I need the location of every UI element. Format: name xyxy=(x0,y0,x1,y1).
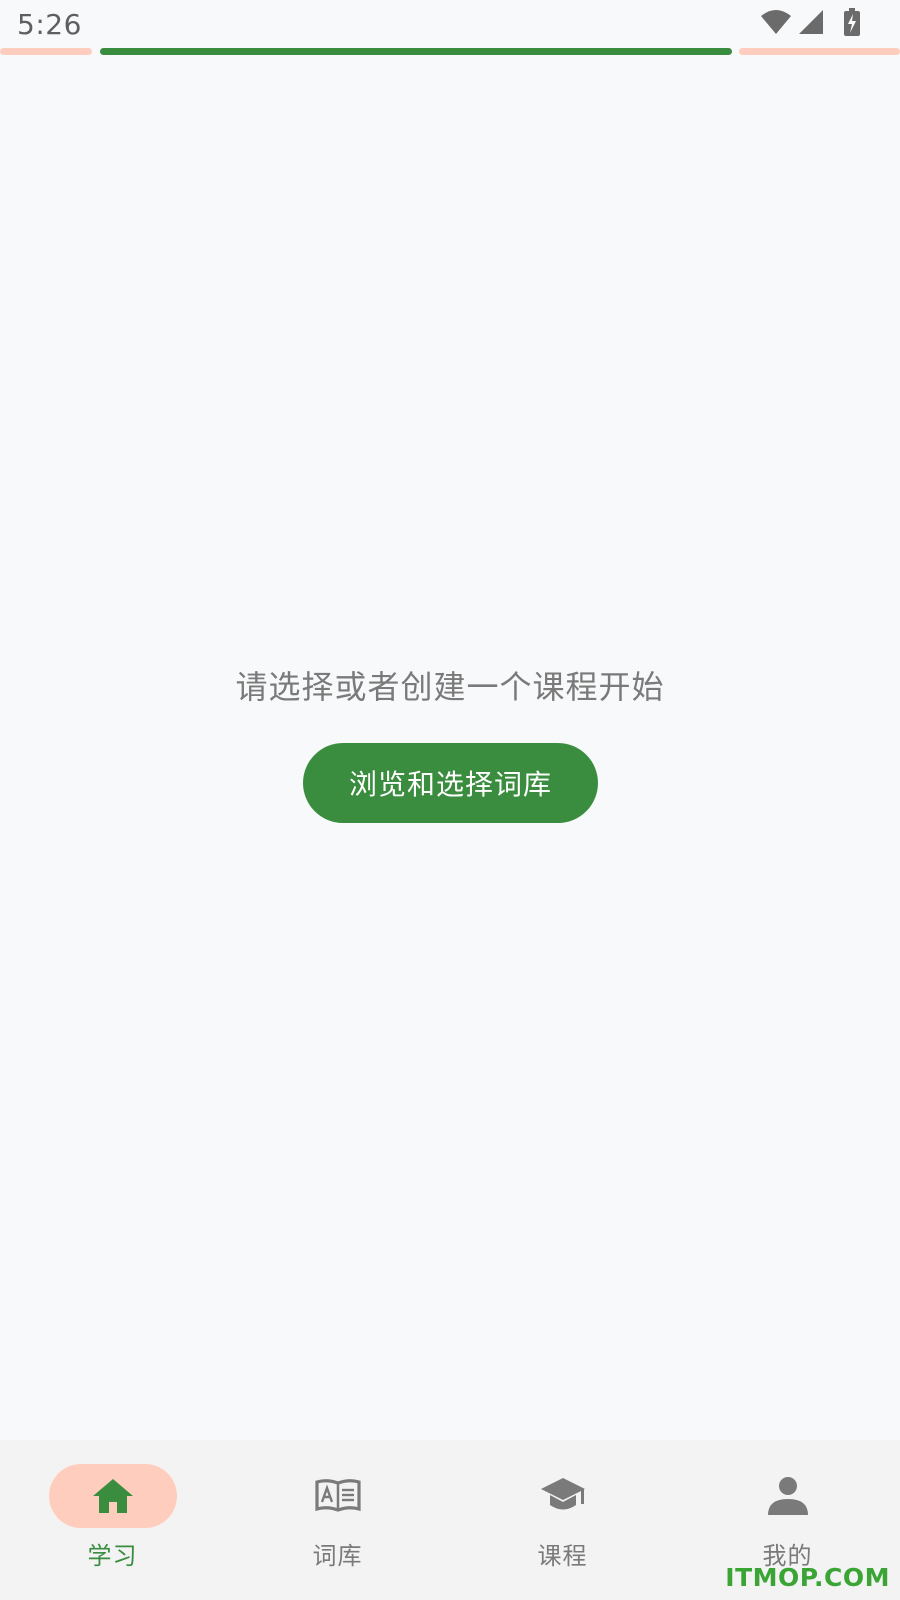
wifi-icon xyxy=(760,9,792,39)
status-icons xyxy=(760,8,860,40)
progress-bar xyxy=(100,48,732,55)
dictionary-book-icon xyxy=(314,1476,362,1516)
browse-dictionary-button-label: 浏览和选择词库 xyxy=(348,768,552,801)
nav-label-dictionary: 词库 xyxy=(312,1542,363,1570)
cellular-signal-icon xyxy=(798,9,824,39)
segment-bar-right xyxy=(739,48,900,55)
empty-state-prompt: 请选择或者创建一个课程开始 xyxy=(235,668,665,706)
home-icon xyxy=(89,1476,137,1516)
status-bar: 5:26 xyxy=(0,0,900,48)
graduation-cap-icon xyxy=(539,1476,587,1516)
nav-label-courses: 课程 xyxy=(537,1542,588,1570)
watermark: ITMOP.COM xyxy=(725,1563,890,1592)
battery-charging-icon xyxy=(844,8,860,40)
nav-item-dictionary[interactable]: 词库 xyxy=(225,1440,450,1600)
nav-label-study: 学习 xyxy=(87,1542,138,1570)
nav-item-study[interactable]: 学习 xyxy=(0,1440,225,1600)
person-icon xyxy=(764,1476,812,1516)
nav-item-courses[interactable]: 课程 xyxy=(450,1440,675,1600)
browse-dictionary-button[interactable]: 浏览和选择词库 xyxy=(303,743,598,823)
segment-bar-left xyxy=(0,48,92,55)
bottom-navigation: 学习 词库 课程 我的 ITMOP.COM xyxy=(0,1440,900,1600)
status-time: 5:26 xyxy=(17,8,82,41)
